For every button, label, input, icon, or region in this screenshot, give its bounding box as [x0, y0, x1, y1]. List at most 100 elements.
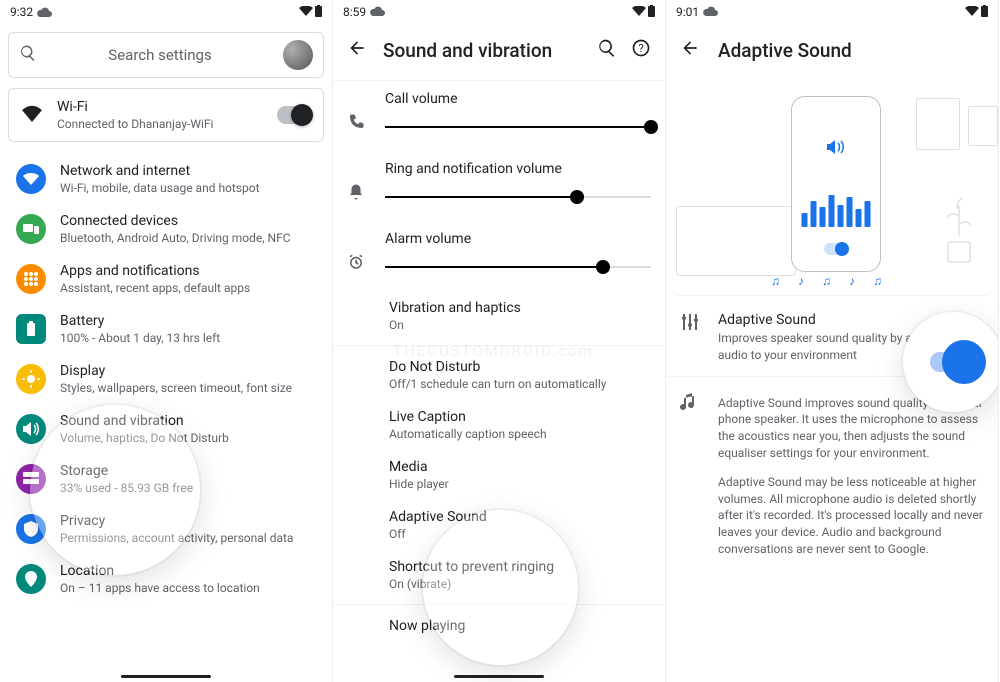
divider: [333, 604, 665, 605]
search-settings-bar[interactable]: Search settings: [8, 32, 324, 78]
setting-connected-devices[interactable]: Connected devices Bluetooth, Android Auto…: [0, 204, 332, 254]
setting-storage[interactable]: Storage33% used - 85.93 GB free: [0, 454, 332, 504]
live-caption-item[interactable]: Live CaptionAutomatically caption speech: [333, 400, 665, 450]
alarm-volume-row: Alarm volume: [333, 221, 665, 291]
sound-settings-screen: 8:59 Sound and vibration ? Call volume R…: [333, 0, 666, 682]
ring-volume-slider[interactable]: [385, 187, 651, 207]
setting-sub: 100% - About 1 day, 13 hrs left: [60, 331, 220, 345]
item-sub: On: [389, 318, 609, 332]
wifi-title: Wi-Fi: [57, 99, 213, 115]
now-playing-item[interactable]: Now playing: [333, 609, 665, 643]
back-icon[interactable]: [347, 38, 367, 62]
help-icon[interactable]: ?: [631, 38, 651, 62]
search-icon: [19, 44, 37, 66]
prevent-ringing-item[interactable]: Shortcut to prevent ringing On (vibrate): [333, 550, 665, 600]
wifi-status-icon: [632, 5, 646, 19]
status-time: 9:01: [676, 5, 699, 19]
home-handle[interactable]: [454, 675, 544, 678]
setting-battery[interactable]: Battery 100% - About 1 day, 13 hrs left: [0, 304, 332, 354]
item-title: Media: [389, 459, 609, 475]
setting-display[interactable]: DisplayStyles, wallpapers, screen timeou…: [0, 354, 332, 404]
status-bar: 9:01: [666, 0, 998, 24]
search-placeholder: Search settings: [47, 46, 273, 64]
setting-title: Connected devices: [60, 213, 291, 229]
battery-icon: [16, 314, 46, 344]
privacy-icon: [16, 514, 46, 544]
setting-privacy[interactable]: PrivacyPermissions, account activity, pe…: [0, 504, 332, 554]
setting-sub: Permissions, account activity, personal …: [60, 531, 293, 545]
devices-icon: [16, 214, 46, 244]
description-2: Adaptive Sound may be less noticeable at…: [718, 474, 984, 558]
screen-header: Sound and vibration ?: [333, 24, 665, 81]
setting-sub: On – 11 apps have access to location: [60, 581, 260, 595]
battery-status-icon: [315, 5, 322, 20]
setting-location[interactable]: Location On – 11 apps have access to loca…: [0, 554, 332, 604]
item-sub: Hide player: [389, 477, 609, 491]
status-time: 8:59: [343, 5, 366, 19]
setting-title: Battery: [60, 313, 220, 329]
alarm-volume-slider[interactable]: [385, 257, 651, 277]
call-volume-slider[interactable]: [385, 117, 651, 137]
status-time: 9:32: [10, 5, 33, 19]
setting-title: Location: [60, 563, 260, 579]
volume-title: Ring and notification volume: [385, 161, 651, 177]
item-sub: Automatically caption speech: [389, 427, 609, 441]
dnd-item[interactable]: Do Not Disturb Off/1 schedule can turn on…: [333, 350, 665, 400]
profile-avatar[interactable]: [283, 40, 313, 70]
home-handle[interactable]: [121, 675, 211, 678]
setting-sub: Volume, haptics, Do Not Disturb: [60, 431, 229, 445]
setting-sub: Bluetooth, Android Auto, Driving mode, N…: [60, 231, 291, 245]
item-sub: On (vibrate): [389, 577, 609, 591]
phone-illustration: [791, 96, 881, 272]
setting-title: Network and internet: [60, 163, 260, 179]
back-icon[interactable]: [680, 38, 700, 62]
sound-icon: [16, 414, 46, 444]
wifi-icon: [21, 104, 43, 126]
cloud-icon: [37, 7, 53, 17]
settings-main-screen: 9:32 Search settings Wi-Fi Connected to …: [0, 0, 333, 682]
media-item[interactable]: Media Hide player: [333, 450, 665, 500]
battery-status-icon: [648, 5, 655, 20]
status-bar: 9:32: [0, 0, 332, 24]
apps-icon: [16, 264, 46, 294]
setting-sound[interactable]: Sound and vibration Volume, haptics, Do N…: [0, 404, 332, 454]
setting-title: Sound and vibration: [60, 413, 229, 429]
vibration-item[interactable]: Vibration and hapticsOn: [333, 291, 665, 341]
setting-title: Display: [60, 363, 292, 379]
wifi-quick-card[interactable]: Wi-Fi Connected to Dhananjay-WiFi: [8, 88, 324, 142]
network-icon: [16, 164, 46, 194]
divider: [333, 345, 665, 346]
item-title: Do Not Disturb: [389, 359, 609, 375]
call-volume-row: Call volume: [333, 81, 665, 151]
setting-network[interactable]: Network and internet Wi-Fi, mobile, data …: [0, 154, 332, 204]
page-title: Adaptive Sound: [718, 39, 852, 62]
storage-icon: [16, 464, 46, 494]
setting-apps[interactable]: Apps and notificationsAssistant, recent …: [0, 254, 332, 304]
music-notes-icon: ♫♪♫♪♫: [771, 274, 882, 288]
search-icon[interactable]: [597, 38, 617, 62]
battery-status-icon: [981, 5, 988, 20]
screen-header: Adaptive Sound: [666, 24, 998, 86]
wifi-status-icon: [299, 5, 313, 19]
item-title: Shortcut to prevent ringing: [389, 559, 609, 575]
setting-sub: Wi-Fi, mobile, data usage and hotspot: [60, 181, 260, 195]
item-title: Adaptive Sound: [389, 509, 609, 525]
item-sub: Off/1 schedule can turn on automatically: [389, 377, 609, 391]
setting-sub: Assistant, recent apps, default apps: [60, 281, 250, 295]
item-sub: Off: [389, 527, 609, 541]
ring-volume-row: Ring and notification volume: [333, 151, 665, 221]
alarm-icon: [347, 253, 369, 275]
wifi-sub: Connected to Dhananjay-WiFi: [57, 117, 213, 131]
volume-title: Alarm volume: [385, 231, 651, 247]
wifi-toggle[interactable]: [277, 106, 311, 124]
equalizer-icon: [680, 312, 702, 336]
music-note-icon: [680, 393, 702, 417]
display-icon: [16, 364, 46, 394]
setting-sub: 33% used - 85.93 GB free: [60, 481, 193, 495]
location-icon: [16, 564, 46, 594]
adaptive-sound-item[interactable]: Adaptive Sound Off: [333, 500, 665, 550]
volume-title: Call volume: [385, 91, 651, 107]
cloud-icon: [703, 5, 719, 19]
adaptive-sound-switch[interactable]: [903, 312, 999, 412]
status-bar: 8:59: [333, 0, 665, 24]
